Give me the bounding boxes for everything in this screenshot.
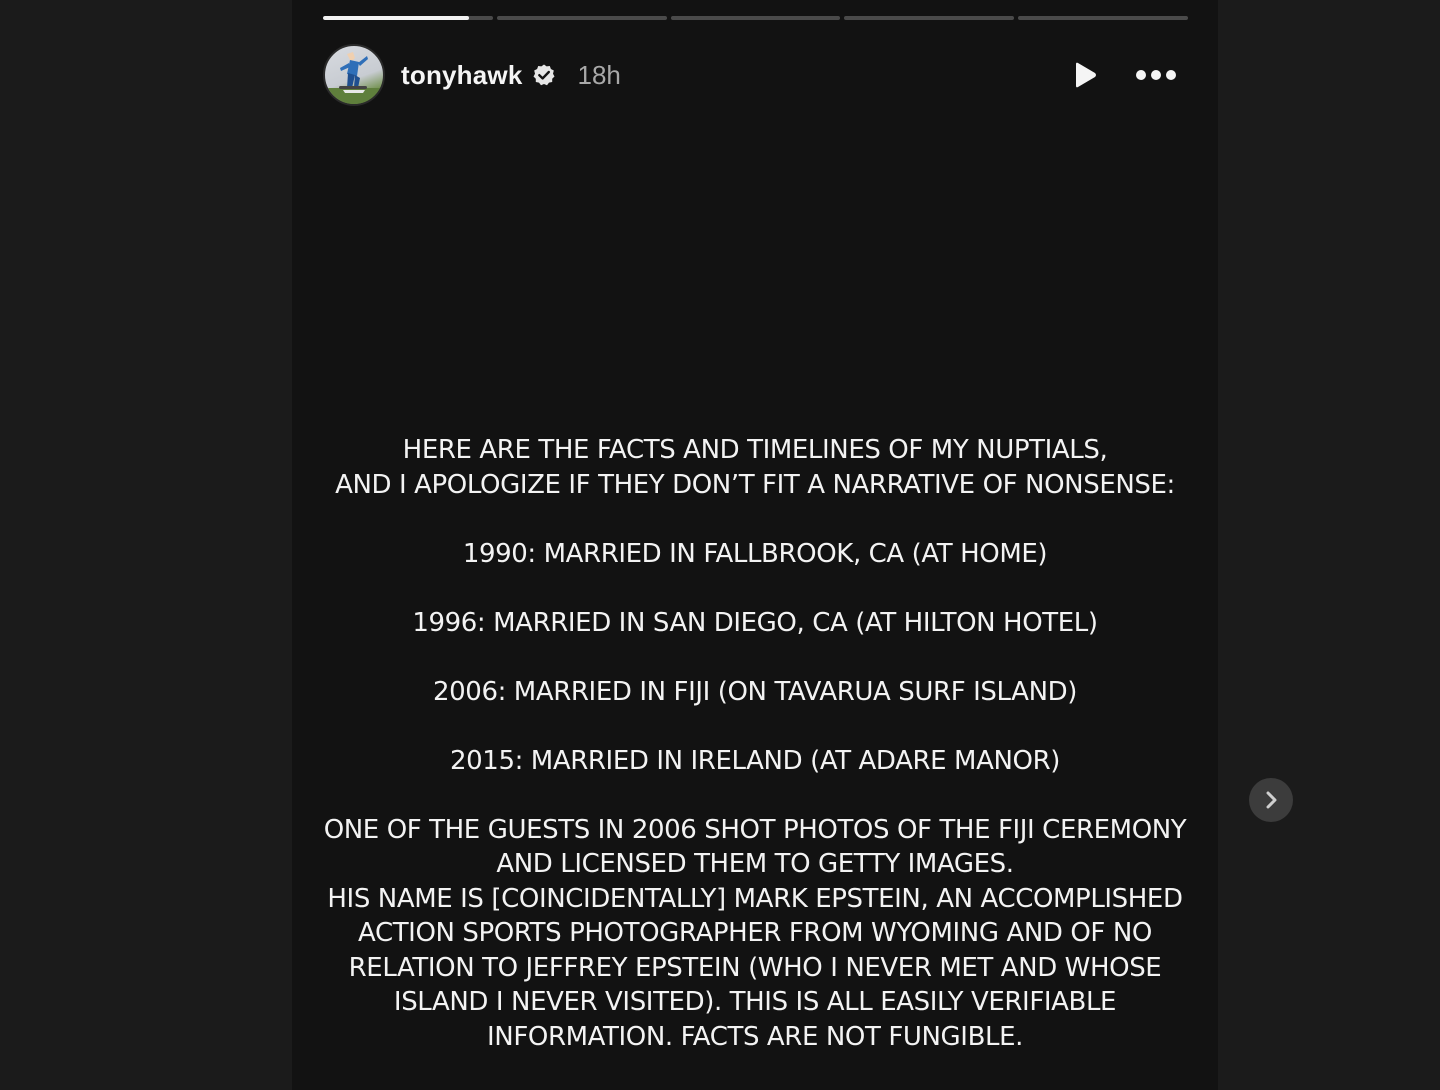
story-viewer[interactable]: tonyhawk 18h HERE ARE THE FACTS AND TIME… [292,0,1218,1090]
progress-segment-2 [496,16,667,20]
progress-segment-4 [844,16,1015,20]
skater-figure-icon [325,52,383,104]
play-button[interactable] [1070,60,1100,90]
timeline-entry-2006: 2006: MARRIED IN FIJI (ON TAVARUA SURF I… [433,676,1077,707]
story-header: tonyhawk 18h [323,44,1188,106]
closing-line-1: ONE OF THE GUESTS IN 2006 SHOT PHOTOS OF… [323,814,1187,845]
progress-segment-5 [1018,16,1188,20]
progress-segment-fill [323,16,470,20]
closing-line-5: RELATION TO JEFFREY EPSTEIN (WHO I NEVER… [348,952,1162,983]
more-options-button[interactable] [1134,60,1178,90]
next-story-button[interactable] [1249,778,1293,822]
more-options-icon [1136,70,1176,80]
closing-line-3: HIS NAME IS [COINCIDENTALLY] MARK EPSTEI… [327,883,1183,914]
closing-line-7: INFORMATION. FACTS ARE NOT FUNGIBLE. [487,1021,1023,1052]
chevron-right-icon [1266,791,1277,809]
intro-line-2: AND I APOLOGIZE IF THEY DON’T FIT A NARR… [335,469,1175,500]
timeline-entry-1990: 1990: MARRIED IN FALLBROOK, CA (AT HOME) [462,538,1048,569]
username[interactable]: tonyhawk [401,60,523,91]
post-timestamp: 18h [577,59,621,90]
story-text: HERE ARE THE FACTS AND TIMELINES OF MY N… [292,433,1218,1054]
closing-line-6: ISLAND I NEVER VISITED). THIS IS ALL EAS… [393,987,1117,1017]
progress-segment-3 [670,16,841,20]
page: tonyhawk 18h HERE ARE THE FACTS AND TIME… [0,0,1440,1090]
avatar[interactable] [323,44,385,106]
header-actions [1070,60,1188,90]
intro-line-1: HERE ARE THE FACTS AND TIMELINES OF MY N… [402,435,1108,465]
story-progress-bar [323,16,1188,20]
play-icon [1076,62,1096,88]
closing-line-4: ACTION SPORTS PHOTOGRAPHER FROM WYOMING … [358,918,1152,948]
timeline-entry-1996: 1996: MARRIED IN SAN DIEGO, CA (AT HILTO… [412,607,1098,638]
verified-badge-icon [532,63,556,87]
closing-line-2: AND LICENSED THEM TO GETTY IMAGES. [496,849,1014,879]
timeline-entry-2015: 2015: MARRIED IN IRELAND (AT ADARE MANOR… [450,745,1060,776]
progress-segment-1 [323,16,493,20]
